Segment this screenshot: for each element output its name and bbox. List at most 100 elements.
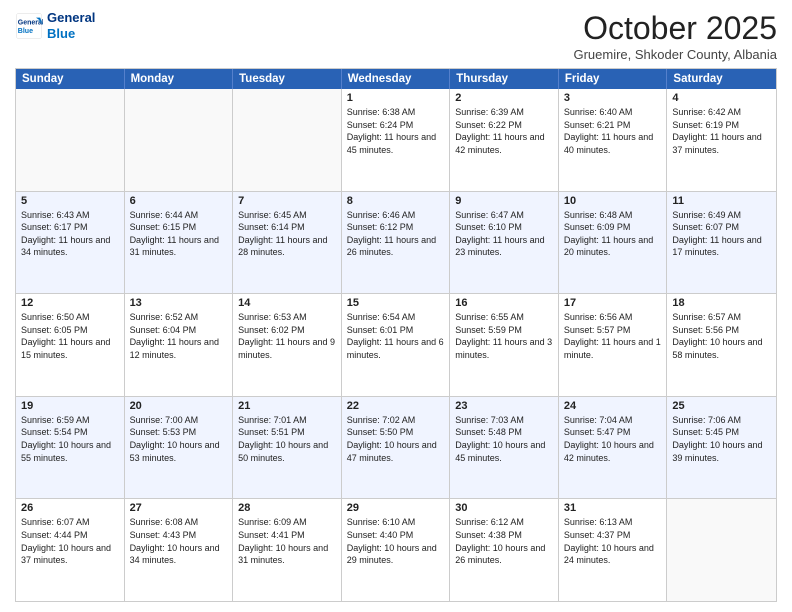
cell-info: Sunrise: 6:40 AM Sunset: 6:21 PM Dayligh…	[564, 106, 662, 156]
cell-day-number: 21	[238, 400, 336, 412]
cell-info: Sunrise: 6:50 AM Sunset: 6:05 PM Dayligh…	[21, 311, 119, 361]
cal-header-friday: Friday	[559, 69, 668, 89]
cell-info: Sunrise: 6:13 AM Sunset: 4:37 PM Dayligh…	[564, 516, 662, 566]
cal-cell-10: 10 Sunrise: 6:48 AM Sunset: 6:09 PM Dayli…	[559, 192, 668, 294]
page: General Blue General Blue October 2025 G…	[0, 0, 792, 612]
cal-cell-26: 26Sunrise: 6:07 AM Sunset: 4:44 PM Dayli…	[16, 499, 125, 601]
cal-cell-24: 24Sunrise: 7:04 AM Sunset: 5:47 PM Dayli…	[559, 397, 668, 499]
cell-info: Sunrise: 6:10 AM Sunset: 4:40 PM Dayligh…	[347, 516, 445, 566]
cal-cell-22: 22 Sunrise: 7:02 AM Sunset: 5:50 PM Dayli…	[342, 397, 451, 499]
cell-day-number: 29	[347, 502, 445, 514]
cell-day-number: 18	[672, 297, 771, 309]
cell-info: Sunrise: 6:57 AM Sunset: 5:56 PM Dayligh…	[672, 311, 771, 361]
cal-cell-13: 13 Sunrise: 6:52 AM Sunset: 6:04 PM Dayli…	[125, 294, 234, 396]
month-title: October 2025	[573, 10, 777, 47]
cell-day-number: 27	[130, 502, 228, 514]
cell-info: Sunrise: 6:47 AM Sunset: 6:10 PM Dayligh…	[455, 209, 553, 259]
cell-day-number: 10	[564, 195, 662, 207]
cal-cell-7: 7Sunrise: 6:45 AM Sunset: 6:14 PM Daylig…	[233, 192, 342, 294]
cal-cell-12: 12 Sunrise: 6:50 AM Sunset: 6:05 PM Dayli…	[16, 294, 125, 396]
cal-header-wednesday: Wednesday	[342, 69, 451, 89]
cal-cell-6: 6 Sunrise: 6:44 AM Sunset: 6:15 PM Daylig…	[125, 192, 234, 294]
cell-day-number: 2	[455, 92, 553, 104]
cell-day-number: 3	[564, 92, 662, 104]
cal-cell-18: 18 Sunrise: 6:57 AM Sunset: 5:56 PM Dayli…	[667, 294, 776, 396]
cal-cell-21: 21 Sunrise: 7:01 AM Sunset: 5:51 PM Dayli…	[233, 397, 342, 499]
logo-text-general: General	[47, 10, 95, 26]
cal-cell-20: 20 Sunrise: 7:00 AM Sunset: 5:53 PM Dayli…	[125, 397, 234, 499]
cell-day-number: 12	[21, 297, 119, 309]
cell-day-number: 25	[672, 400, 771, 412]
cal-cell-15: 15 Sunrise: 6:54 AM Sunset: 6:01 PM Dayli…	[342, 294, 451, 396]
cal-cell-27: 27 Sunrise: 6:08 AM Sunset: 4:43 PM Dayli…	[125, 499, 234, 601]
cal-cell-empty-0-2	[233, 89, 342, 191]
cal-cell-1: 1 Sunrise: 6:38 AM Sunset: 6:24 PM Daylig…	[342, 89, 451, 191]
cell-info: Sunrise: 6:54 AM Sunset: 6:01 PM Dayligh…	[347, 311, 445, 361]
cell-day-number: 6	[130, 195, 228, 207]
svg-text:Blue: Blue	[18, 28, 33, 35]
cell-info: Sunrise: 6:44 AM Sunset: 6:15 PM Dayligh…	[130, 209, 228, 259]
cell-info: Sunrise: 6:42 AM Sunset: 6:19 PM Dayligh…	[672, 106, 771, 156]
cell-info: Sunrise: 6:38 AM Sunset: 6:24 PM Dayligh…	[347, 106, 445, 156]
logo-text-blue: Blue	[47, 26, 95, 42]
cal-cell-14: 14 Sunrise: 6:53 AM Sunset: 6:02 PM Dayli…	[233, 294, 342, 396]
cell-day-number: 4	[672, 92, 771, 104]
cal-cell-empty-4-6	[667, 499, 776, 601]
cell-day-number: 23	[455, 400, 553, 412]
cell-day-number: 11	[672, 195, 771, 207]
cal-cell-2: 2 Sunrise: 6:39 AM Sunset: 6:22 PM Daylig…	[450, 89, 559, 191]
cell-info: Sunrise: 6:53 AM Sunset: 6:02 PM Dayligh…	[238, 311, 336, 361]
cal-cell-23: 23Sunrise: 7:03 AM Sunset: 5:48 PM Dayli…	[450, 397, 559, 499]
cal-cell-29: 29 Sunrise: 6:10 AM Sunset: 4:40 PM Dayli…	[342, 499, 451, 601]
cell-day-number: 16	[455, 297, 553, 309]
cell-day-number: 14	[238, 297, 336, 309]
cal-cell-5: 5 Sunrise: 6:43 AM Sunset: 6:17 PM Daylig…	[16, 192, 125, 294]
cell-day-number: 17	[564, 297, 662, 309]
cell-day-number: 8	[347, 195, 445, 207]
cell-info: Sunrise: 6:49 AM Sunset: 6:07 PM Dayligh…	[672, 209, 771, 259]
cal-cell-11: 11 Sunrise: 6:49 AM Sunset: 6:07 PM Dayli…	[667, 192, 776, 294]
cell-info: Sunrise: 6:46 AM Sunset: 6:12 PM Dayligh…	[347, 209, 445, 259]
cell-info: Sunrise: 7:06 AM Sunset: 5:45 PM Dayligh…	[672, 414, 771, 464]
cell-day-number: 19	[21, 400, 119, 412]
cell-day-number: 24	[564, 400, 662, 412]
cal-cell-19: 19 Sunrise: 6:59 AM Sunset: 5:54 PM Dayli…	[16, 397, 125, 499]
cal-cell-25: 25 Sunrise: 7:06 AM Sunset: 5:45 PM Dayli…	[667, 397, 776, 499]
cell-info: Sunrise: 6:12 AM Sunset: 4:38 PM Dayligh…	[455, 516, 553, 566]
cal-row-0: 1 Sunrise: 6:38 AM Sunset: 6:24 PM Daylig…	[16, 89, 776, 191]
cell-info: Sunrise: 6:55 AM Sunset: 5:59 PM Dayligh…	[455, 311, 553, 361]
cal-row-4: 26Sunrise: 6:07 AM Sunset: 4:44 PM Dayli…	[16, 498, 776, 601]
logo-icon: General Blue	[15, 12, 43, 40]
cal-cell-3: 3 Sunrise: 6:40 AM Sunset: 6:21 PM Daylig…	[559, 89, 668, 191]
cell-day-number: 7	[238, 195, 336, 207]
cal-cell-17: 17Sunrise: 6:56 AM Sunset: 5:57 PM Dayli…	[559, 294, 668, 396]
cell-info: Sunrise: 7:01 AM Sunset: 5:51 PM Dayligh…	[238, 414, 336, 464]
cal-header-saturday: Saturday	[667, 69, 776, 89]
cell-day-number: 13	[130, 297, 228, 309]
cal-header-monday: Monday	[125, 69, 234, 89]
cell-day-number: 22	[347, 400, 445, 412]
cal-header-tuesday: Tuesday	[233, 69, 342, 89]
cell-info: Sunrise: 6:43 AM Sunset: 6:17 PM Dayligh…	[21, 209, 119, 259]
cell-info: Sunrise: 7:00 AM Sunset: 5:53 PM Dayligh…	[130, 414, 228, 464]
cell-info: Sunrise: 6:08 AM Sunset: 4:43 PM Dayligh…	[130, 516, 228, 566]
cal-cell-empty-0-0	[16, 89, 125, 191]
cal-row-3: 19 Sunrise: 6:59 AM Sunset: 5:54 PM Dayli…	[16, 396, 776, 499]
cell-day-number: 20	[130, 400, 228, 412]
cell-day-number: 15	[347, 297, 445, 309]
cal-cell-4: 4 Sunrise: 6:42 AM Sunset: 6:19 PM Daylig…	[667, 89, 776, 191]
calendar-header-row: SundayMondayTuesdayWednesdayThursdayFrid…	[16, 69, 776, 89]
cell-day-number: 1	[347, 92, 445, 104]
cell-info: Sunrise: 6:48 AM Sunset: 6:09 PM Dayligh…	[564, 209, 662, 259]
logo: General Blue General Blue	[15, 10, 95, 41]
cell-day-number: 5	[21, 195, 119, 207]
calendar: SundayMondayTuesdayWednesdayThursdayFrid…	[15, 68, 777, 602]
cell-info: Sunrise: 6:59 AM Sunset: 5:54 PM Dayligh…	[21, 414, 119, 464]
cell-info: Sunrise: 6:52 AM Sunset: 6:04 PM Dayligh…	[130, 311, 228, 361]
cal-cell-16: 16 Sunrise: 6:55 AM Sunset: 5:59 PM Dayli…	[450, 294, 559, 396]
cal-header-thursday: Thursday	[450, 69, 559, 89]
cell-day-number: 26	[21, 502, 119, 514]
cell-info: Sunrise: 6:39 AM Sunset: 6:22 PM Dayligh…	[455, 106, 553, 156]
cell-info: Sunrise: 7:02 AM Sunset: 5:50 PM Dayligh…	[347, 414, 445, 464]
cell-day-number: 9	[455, 195, 553, 207]
